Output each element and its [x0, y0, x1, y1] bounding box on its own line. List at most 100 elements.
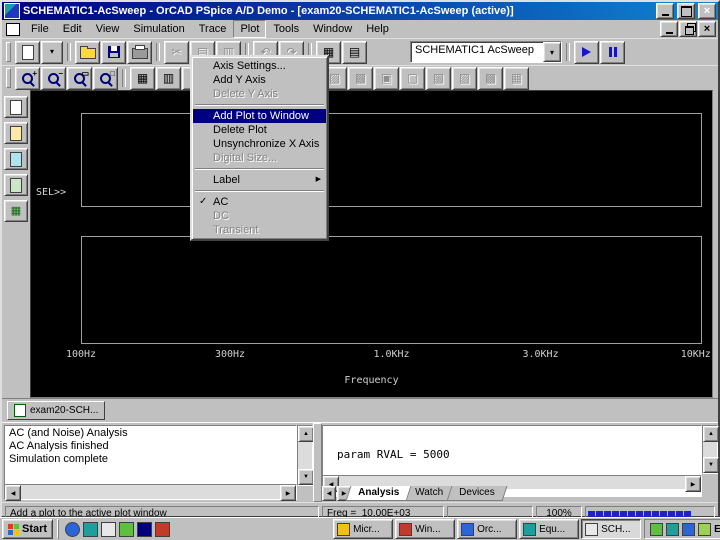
menu-view[interactable]: View [89, 20, 127, 38]
new-dropdown-button[interactable]: ▾ [41, 40, 63, 64]
menu-tools[interactable]: Tools [266, 20, 306, 38]
document-tab[interactable]: exam20-SCH... [7, 401, 106, 420]
scroll-down-icon[interactable]: ▼ [298, 469, 314, 485]
menu-item-add-plot-to-window[interactable]: Add Plot to Window [193, 109, 326, 123]
scroll-up-icon[interactable]: ▲ [298, 426, 314, 442]
minimize-button[interactable] [656, 3, 674, 19]
menu-window[interactable]: Window [306, 20, 359, 38]
menu-edit[interactable]: Edit [56, 20, 89, 38]
desktop: SCHEMATIC1-AcSweep - OrCAD PSpice A/D De… [0, 0, 720, 540]
maximize-button[interactable] [677, 3, 695, 19]
scroll-down-icon[interactable]: ▼ [703, 457, 719, 473]
view-output-button[interactable]: ▤ [342, 40, 367, 64]
cursor-point-button[interactable]: ▣ [374, 66, 399, 90]
task-schematic[interactable]: SCH... [581, 519, 642, 539]
log-x-axis-button[interactable]: ▥ [156, 66, 181, 90]
run-button[interactable] [574, 40, 599, 64]
combo-dropdown-button[interactable]: ▾ [543, 42, 561, 62]
scroll-left-icon[interactable]: ◀ [5, 485, 21, 501]
label-button[interactable]: ▧ [426, 66, 451, 90]
quicklaunch-app3-icon[interactable] [155, 521, 171, 537]
toolbar-grip[interactable] [6, 42, 11, 62]
task-windows[interactable]: Win... [395, 519, 456, 539]
mark-data-points-button[interactable]: ▦ [130, 66, 155, 90]
menu-item-ac[interactable]: ✓ AC [193, 195, 326, 209]
watch-list-button[interactable] [4, 174, 28, 196]
analysis-vscrollbar[interactable]: ▲ ▼ [702, 425, 719, 474]
goal-function-button[interactable]: ▨ [452, 66, 477, 90]
simulation-profile-combo[interactable]: SCHEMATIC1 AcSweep ▾ [410, 41, 562, 63]
task-microsoft[interactable]: Micr... [333, 519, 394, 539]
menu-help[interactable]: Help [359, 20, 396, 38]
mdi-close-button[interactable]: × [698, 21, 716, 37]
output-window-button[interactable] [4, 122, 28, 144]
menu-item-label[interactable]: Label ▶ [193, 173, 326, 187]
zoom-area-button[interactable]: ▭ [67, 66, 92, 90]
quicklaunch-app1-icon[interactable] [119, 521, 135, 537]
plot-window[interactable]: SEL>> 100Hz 300Hz 1.0KHz 3.0KHz 10KHz Fr… [30, 90, 713, 398]
x-tick: 100Hz [65, 349, 97, 360]
scroll-up-icon[interactable]: ▲ [703, 426, 719, 442]
quicklaunch-mail-icon[interactable] [83, 521, 99, 537]
open-folder-icon [79, 46, 96, 59]
cursor-search-button[interactable]: ▢ [400, 66, 425, 90]
tab-analysis[interactable]: Analysis [345, 486, 412, 501]
device-list-button[interactable]: ▦ [4, 200, 28, 222]
zoom-fit-button[interactable]: □ [93, 66, 118, 90]
task-equation[interactable]: Equ... [519, 519, 580, 539]
mdi-minimize-button[interactable] [660, 21, 678, 37]
taskbar-grip[interactable] [57, 519, 60, 539]
menu-item-unsynchronize-x-axis[interactable]: Unsynchronize X Axis [193, 137, 326, 151]
menu-plot[interactable]: Plot [233, 20, 267, 38]
minus-sign: − [58, 68, 63, 78]
circuit-file-button[interactable] [4, 148, 28, 170]
minimize-icon [661, 13, 669, 16]
cursor-max-icon: ▩ [354, 71, 367, 85]
mdi-restore-button[interactable] [679, 21, 697, 37]
quicklaunch-browser-icon[interactable] [65, 521, 81, 537]
close-button[interactable]: × [698, 3, 716, 19]
maximize-icon [680, 5, 692, 17]
tray-icon-3[interactable] [682, 522, 696, 536]
open-button[interactable] [75, 40, 100, 64]
zoom-out-button[interactable]: − [41, 66, 66, 90]
menu-trace[interactable]: Trace [192, 20, 234, 38]
pause-button[interactable] [600, 40, 625, 64]
menu-simulation[interactable]: Simulation [126, 20, 191, 38]
new-simulation-button[interactable] [15, 40, 40, 64]
next-transition-button[interactable]: ▩ [478, 66, 503, 90]
cursor-min-icon: ▨ [328, 71, 341, 85]
toolbar-grip[interactable] [6, 68, 11, 88]
simulation-status-button[interactable] [4, 96, 28, 118]
simulation-output-list[interactable]: AC (and Noise) Analysis AC Analysis fini… [4, 425, 297, 486]
language-indicator[interactable]: EN [714, 524, 720, 535]
menu-item-axis-settings[interactable]: Axis Settings... [193, 59, 326, 73]
menu-file[interactable]: File [24, 20, 56, 38]
scroll-right-icon[interactable]: ▶ [280, 485, 296, 501]
tray-icon-2[interactable] [666, 522, 680, 536]
output-hscrollbar[interactable]: ◀ ▶ [4, 484, 297, 501]
prev-transition-button[interactable]: ▦ [504, 66, 529, 90]
quicklaunch-desktop-icon[interactable] [101, 521, 117, 537]
start-button[interactable]: Start [2, 519, 54, 539]
zoom-in-button[interactable]: + [15, 66, 40, 90]
cursor-max-button[interactable]: ▩ [348, 66, 373, 90]
task-orcad[interactable]: Orc... [457, 519, 518, 539]
tab-devices[interactable]: Devices [446, 486, 508, 501]
submenu-arrow-icon: ▶ [315, 176, 321, 183]
print-button[interactable] [127, 40, 152, 64]
cut-button[interactable]: ✂ [164, 40, 189, 64]
goal-icon: ▨ [458, 71, 471, 85]
menu-item-delete-plot[interactable]: Delete Plot [193, 123, 326, 137]
tray-icon-4[interactable] [698, 522, 712, 536]
quicklaunch-app2-icon[interactable] [137, 521, 153, 537]
tray-icon-1[interactable] [650, 522, 664, 536]
mdi-child-icon[interactable] [6, 22, 20, 36]
save-button[interactable] [101, 40, 126, 64]
device-grid-icon: ▦ [10, 204, 22, 217]
output-vscrollbar[interactable]: ▲ ▼ [297, 425, 314, 486]
chevron-down-icon: ▾ [49, 47, 54, 56]
menu-item-add-y-axis[interactable]: Add Y Axis [193, 73, 326, 87]
tab-scroll-left-button[interactable]: ◀ [322, 486, 336, 501]
cursor-point-icon: ▣ [380, 71, 393, 85]
